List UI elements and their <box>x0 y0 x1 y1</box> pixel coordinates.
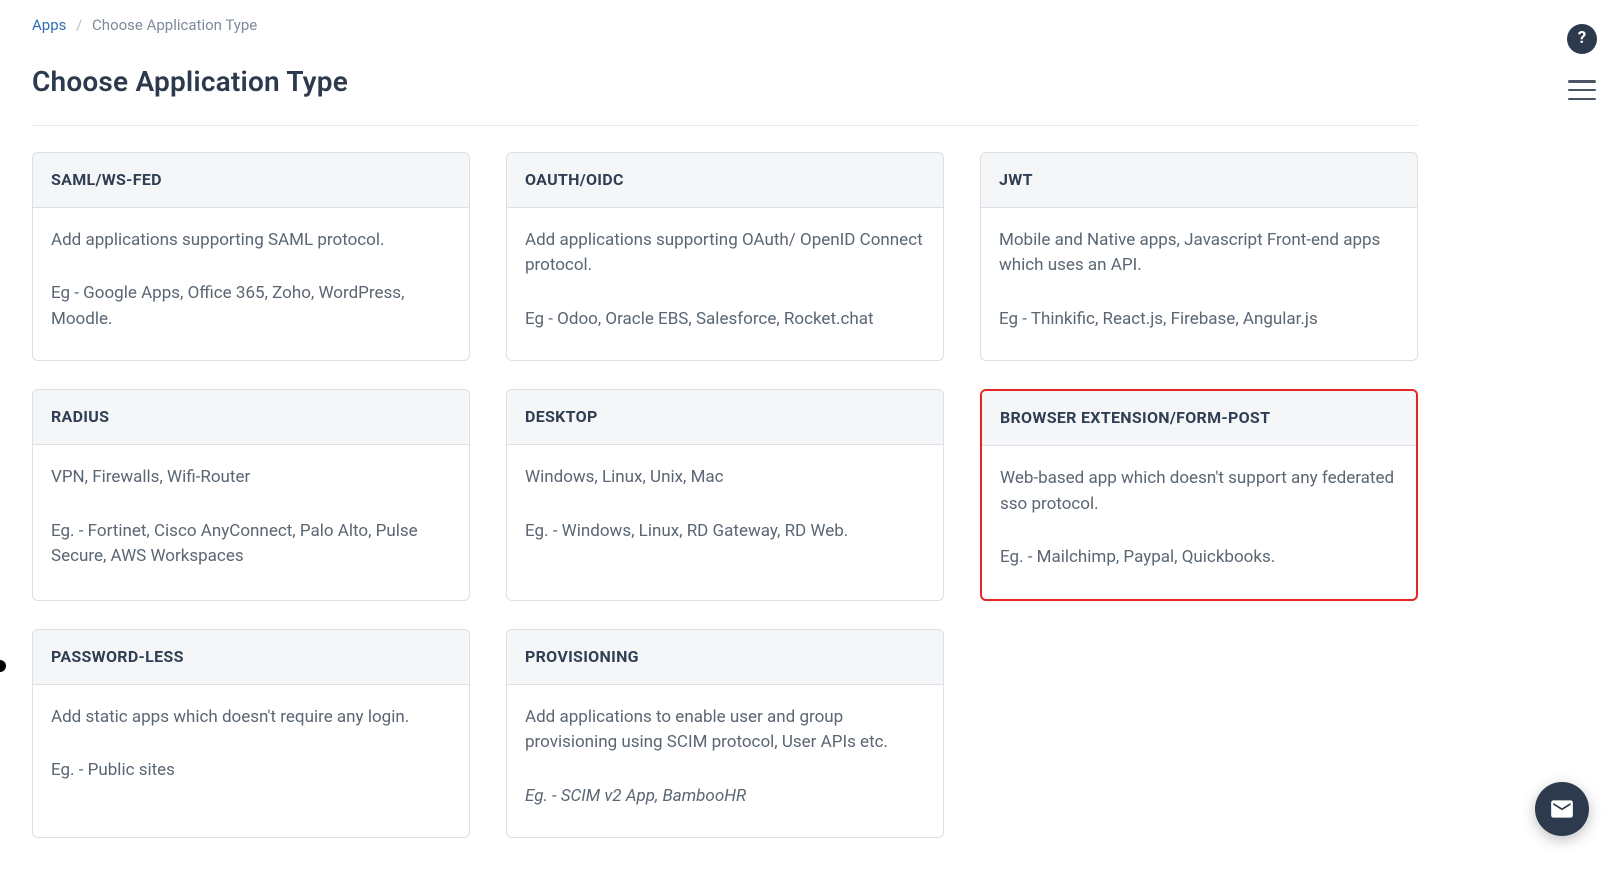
card-body: Mobile and Native apps, Javascript Front… <box>981 208 1417 361</box>
card-title: OAUTH/OIDC <box>525 168 925 192</box>
card-description: Add applications to enable user and grou… <box>525 705 925 756</box>
divider <box>32 125 1418 126</box>
card-body: VPN, Firewalls, Wifi-Router Eg. - Fortin… <box>33 445 469 598</box>
card-oauth[interactable]: OAUTH/OIDC Add applications supporting O… <box>506 152 944 362</box>
card-header: SAML/WS-FED <box>33 153 469 208</box>
card-examples: Eg. - Mailchimp, Paypal, Quickbooks. <box>1000 545 1398 571</box>
card-title: BROWSER EXTENSION/FORM-POST <box>1000 406 1398 430</box>
card-description: Add applications supporting OAuth/ OpenI… <box>525 228 925 279</box>
floating-controls: ? <box>1567 24 1597 100</box>
page-title: Choose Application Type <box>32 61 1418 103</box>
card-header: OAUTH/OIDC <box>507 153 943 208</box>
menu-button[interactable] <box>1568 80 1596 100</box>
card-title: PASSWORD-LESS <box>51 645 451 669</box>
card-header: BROWSER EXTENSION/FORM-POST <box>982 391 1416 446</box>
card-description: VPN, Firewalls, Wifi-Router <box>51 465 451 491</box>
breadcrumb: Apps / Choose Application Type <box>32 14 1418 37</box>
card-header: RADIUS <box>33 390 469 445</box>
mail-icon <box>1549 796 1575 822</box>
card-examples: Eg - Thinkific, React.js, Firebase, Angu… <box>999 307 1399 333</box>
card-examples: Eg. - Fortinet, Cisco AnyConnect, Palo A… <box>51 519 451 570</box>
card-browser-extension[interactable]: BROWSER EXTENSION/FORM-POST Web-based ap… <box>980 389 1418 601</box>
card-title: RADIUS <box>51 405 451 429</box>
card-description: Web-based app which doesn't support any … <box>1000 466 1398 517</box>
chat-button[interactable] <box>1535 782 1589 836</box>
help-button[interactable]: ? <box>1567 24 1597 54</box>
card-examples: Eg. - Windows, Linux, RD Gateway, RD Web… <box>525 519 925 545</box>
card-title: JWT <box>999 168 1399 192</box>
card-examples: Eg. - Public sites <box>51 758 451 784</box>
card-radius[interactable]: RADIUS VPN, Firewalls, Wifi-Router Eg. -… <box>32 389 470 601</box>
page-content: Apps / Choose Application Type Choose Ap… <box>0 0 1450 878</box>
card-header: DESKTOP <box>507 390 943 445</box>
hamburger-icon <box>1568 98 1596 101</box>
breadcrumb-separator: / <box>76 16 82 34</box>
card-title: PROVISIONING <box>525 645 925 669</box>
card-jwt[interactable]: JWT Mobile and Native apps, Javascript F… <box>980 152 1418 362</box>
card-desktop[interactable]: DESKTOP Windows, Linux, Unix, Mac Eg. - … <box>506 389 944 601</box>
breadcrumb-current: Choose Application Type <box>92 16 257 34</box>
card-description: Add static apps which doesn't require an… <box>51 705 451 731</box>
card-description: Mobile and Native apps, Javascript Front… <box>999 228 1399 279</box>
card-provisioning[interactable]: PROVISIONING Add applications to enable … <box>506 629 944 839</box>
breadcrumb-root-link[interactable]: Apps <box>32 16 66 34</box>
card-description: Add applications supporting SAML protoco… <box>51 228 451 254</box>
hamburger-icon <box>1568 80 1596 83</box>
card-body: Add static apps which doesn't require an… <box>33 685 469 812</box>
card-body: Add applications supporting OAuth/ OpenI… <box>507 208 943 361</box>
card-body: Web-based app which doesn't support any … <box>982 446 1416 599</box>
card-title: SAML/WS-FED <box>51 168 451 192</box>
card-examples: Eg - Odoo, Oracle EBS, Salesforce, Rocke… <box>525 307 925 333</box>
card-examples: Eg. - SCIM v2 App, BambooHR <box>525 784 925 810</box>
card-body: Add applications to enable user and grou… <box>507 685 943 838</box>
card-header: JWT <box>981 153 1417 208</box>
card-description: Windows, Linux, Unix, Mac <box>525 465 925 491</box>
card-title: DESKTOP <box>525 405 925 429</box>
help-icon: ? <box>1578 26 1586 52</box>
card-body: Windows, Linux, Unix, Mac Eg. - Windows,… <box>507 445 943 572</box>
app-type-grid: SAML/WS-FED Add applications supporting … <box>32 152 1418 839</box>
card-saml[interactable]: SAML/WS-FED Add applications supporting … <box>32 152 470 362</box>
card-header: PROVISIONING <box>507 630 943 685</box>
hamburger-icon <box>1568 89 1596 92</box>
card-body: Add applications supporting SAML protoco… <box>33 208 469 361</box>
card-header: PASSWORD-LESS <box>33 630 469 685</box>
card-examples: Eg - Google Apps, Office 365, Zoho, Word… <box>51 281 451 332</box>
card-password-less[interactable]: PASSWORD-LESS Add static apps which does… <box>32 629 470 839</box>
